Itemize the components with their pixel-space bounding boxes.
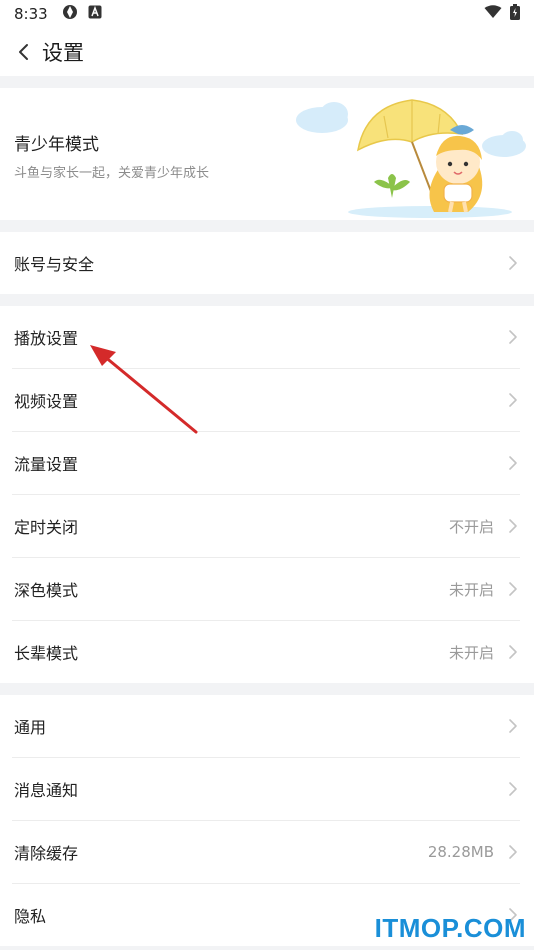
settings-row-notifications[interactable]: 消息通知: [0, 758, 534, 820]
back-arrow-icon[interactable]: [12, 41, 34, 63]
accessibility-icon: [88, 5, 102, 23]
chevron-right-icon: [509, 782, 517, 796]
row-label: 消息通知: [14, 781, 79, 800]
settings-row-clear-cache[interactable]: 清除缓存 28.28MB: [0, 821, 534, 883]
playback-group: 播放设置 视频设置 流量设置 定时关闭 不开启 深色模式 未开启 长辈模式 未开…: [0, 306, 534, 683]
chevron-right-icon: [509, 256, 517, 270]
row-label: 播放设置: [14, 329, 79, 348]
settings-row-sleep-timer[interactable]: 定时关闭 不开启: [0, 495, 534, 557]
youth-mode-subtitle: 斗鱼与家长一起，关爱青少年成长: [14, 166, 210, 181]
youth-mode-card[interactable]: 青少年模式 斗鱼与家长一起，关爱青少年成长: [0, 88, 534, 220]
row-value: 28.28MB: [427, 843, 494, 861]
app-notification-icon: [62, 4, 78, 24]
row-label: 深色模式: [14, 581, 79, 600]
row-label: 视频设置: [14, 392, 79, 411]
row-value: 不开启: [448, 517, 494, 536]
chevron-right-icon: [509, 582, 517, 596]
settings-row-video[interactable]: 视频设置: [0, 369, 534, 431]
youth-mode-illustration: [296, 99, 526, 218]
chevron-right-icon: [509, 645, 517, 659]
chevron-right-icon: [509, 330, 517, 344]
row-label: 通用: [14, 718, 47, 737]
row-label: 账号与安全: [14, 255, 95, 274]
chevron-right-icon: [509, 456, 517, 470]
chevron-right-icon: [509, 719, 517, 733]
status-time: 8:33: [14, 5, 48, 23]
watermark: ITMOP.COM: [374, 913, 526, 943]
row-label: 定时关闭: [14, 518, 79, 537]
nav-bar: 设置: [0, 28, 534, 76]
general-group: 通用 消息通知 清除缓存 28.28MB 隐私: [0, 695, 534, 946]
row-label: 长辈模式: [14, 644, 79, 663]
chevron-right-icon: [509, 519, 517, 533]
row-label: 流量设置: [14, 455, 79, 474]
settings-row-general[interactable]: 通用: [0, 695, 534, 757]
row-value: 未开启: [448, 580, 494, 599]
chevron-right-icon: [509, 845, 517, 859]
account-group: 账号与安全: [0, 232, 534, 294]
row-label: 清除缓存: [14, 844, 79, 863]
settings-row-data-usage[interactable]: 流量设置: [0, 432, 534, 494]
chevron-right-icon: [509, 393, 517, 407]
status-bar: 8:33: [0, 0, 534, 28]
youth-mode-title: 青少年模式: [14, 135, 99, 155]
settings-row-elder-mode[interactable]: 长辈模式 未开启: [0, 621, 534, 683]
settings-row-account-security[interactable]: 账号与安全: [0, 232, 534, 294]
settings-row-playback[interactable]: 播放设置: [0, 306, 534, 368]
row-value: 未开启: [448, 643, 494, 662]
row-label: 隐私: [14, 907, 47, 926]
wifi-icon: [484, 5, 502, 23]
settings-row-dark-mode[interactable]: 深色模式 未开启: [0, 558, 534, 620]
page-title: 设置: [42, 41, 84, 65]
battery-icon: [510, 4, 520, 24]
